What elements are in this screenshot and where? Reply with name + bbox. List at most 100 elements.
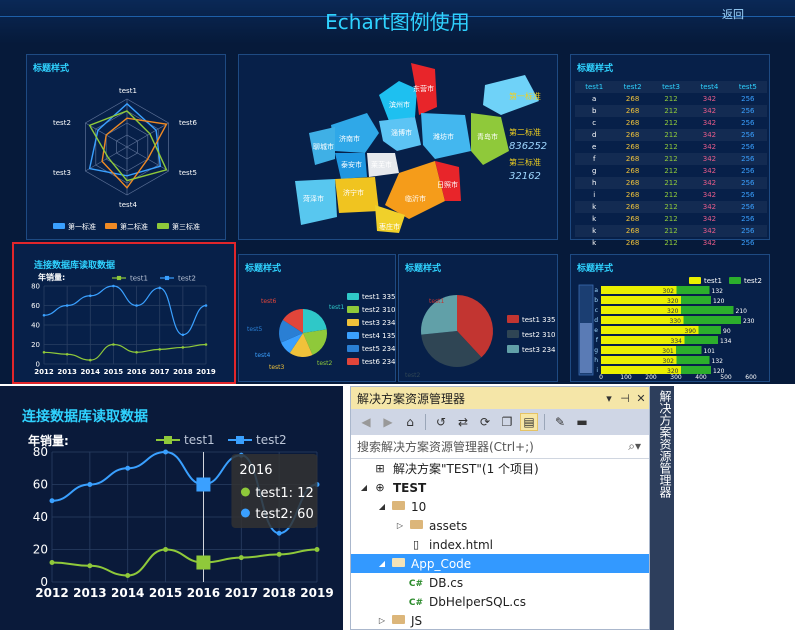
map-city-label: 东营市 bbox=[413, 84, 434, 93]
radar-indicator-label: test4 bbox=[119, 201, 137, 209]
map-city-label: 日照市 bbox=[437, 180, 458, 189]
legend-marker bbox=[164, 436, 172, 444]
table-cell: 212 bbox=[664, 227, 678, 235]
pie1-legend-label: test4 135 bbox=[362, 332, 395, 340]
table-cell: d bbox=[591, 131, 597, 139]
data-point-test1 bbox=[135, 351, 138, 354]
history-icon[interactable]: ↺ bbox=[432, 413, 450, 431]
pie1-legend-swatch bbox=[347, 293, 359, 300]
bar-scroll-thumb[interactable] bbox=[580, 323, 592, 373]
folder-icon bbox=[389, 614, 407, 627]
bar-value-label: 302 bbox=[663, 358, 675, 365]
data-point-test2 bbox=[88, 294, 92, 298]
data-point-test1 bbox=[314, 547, 320, 552]
y-tick-label: 80 bbox=[31, 282, 40, 290]
bar-value-label: 390 bbox=[685, 328, 697, 335]
forward-arrow-icon[interactable]: ▶ bbox=[379, 413, 397, 431]
tooltip-row: test2: 60 bbox=[255, 507, 313, 522]
db-line-panel: 连接数据库读取数据 年销量: 0 20 40 60 80 2012 2013 2014 2015… bbox=[12, 242, 236, 384]
x-tick-label: 2018 bbox=[262, 586, 295, 600]
tree-node[interactable]: ▷ assets bbox=[351, 516, 649, 535]
shandong-map: 济南市 滨州市 东营市 淄博市 潍坊市 青岛市 聊城市 泰安市 莱芜市 济宁市 … bbox=[295, 63, 547, 233]
tree-node[interactable]: ▷ JS bbox=[351, 611, 649, 629]
table-cell: 212 bbox=[664, 155, 678, 163]
table-header-row: test1 test2 test3 test4 test5 bbox=[575, 81, 767, 93]
table-cell: 212 bbox=[664, 215, 678, 223]
x-tick-label: 2013 bbox=[73, 586, 106, 600]
x-tick-label: 2014 bbox=[111, 586, 144, 600]
table-cell: 212 bbox=[664, 179, 678, 187]
map-city-label: 临沂市 bbox=[405, 194, 426, 203]
tree-node-label: JS bbox=[411, 613, 423, 628]
map-value: 836252 bbox=[509, 141, 547, 152]
table-cell: e bbox=[592, 143, 597, 151]
bar-value-label: 210 bbox=[736, 308, 748, 315]
data-point-test1 bbox=[163, 547, 169, 552]
back-link[interactable]: 返回 bbox=[722, 6, 744, 22]
tree-node[interactable]: C# DbHelperSQL.cs bbox=[351, 592, 649, 611]
home-icon[interactable]: ⌂ bbox=[401, 413, 419, 431]
properties-wrench-icon[interactable]: ✎ bbox=[551, 413, 569, 431]
x-tick-label: 2017 bbox=[225, 586, 258, 600]
radar-indicator-label: test1 bbox=[119, 87, 137, 95]
legend-label: test2 bbox=[256, 433, 287, 447]
data-point-test2 bbox=[125, 465, 131, 471]
table-cell: 342 bbox=[702, 143, 717, 151]
data-point-test1 bbox=[65, 352, 69, 356]
pie2-legend-swatch bbox=[507, 315, 519, 323]
preview-icon[interactable]: ▬ bbox=[573, 413, 591, 431]
pie1-legend-swatch bbox=[347, 306, 359, 313]
radar-legend-swatch bbox=[53, 223, 65, 229]
expand-arrow-icon[interactable]: ▷ bbox=[375, 616, 389, 625]
zoomed-line-panel: 连接数据库读取数据 年销量: 0 20 40 60 80 2012 2013 2014 2015… bbox=[0, 386, 343, 630]
tree-node[interactable]: ⊞ 解决方案"TEST"(1 个项目) bbox=[351, 459, 649, 478]
line-chart: 0204060802012 2013 2014 2015 2016 2017 2018 201… bbox=[33, 433, 334, 600]
dropdown-icon[interactable]: ▾ bbox=[601, 392, 617, 405]
map-city-label: 泰安市 bbox=[341, 160, 362, 169]
data-point-test1 bbox=[276, 551, 282, 557]
pin-icon[interactable]: ⊣ bbox=[617, 392, 633, 405]
folder-icon bbox=[389, 557, 407, 570]
table-cell: 212 bbox=[664, 119, 678, 127]
horizontal-bar-chart: test1 test2 a 302 132 b 320 120 c 320 210 d 330 230 e 3… bbox=[578, 277, 762, 381]
x-tick-label: 2014 bbox=[81, 368, 101, 376]
tree-node[interactable]: ◢ 10 bbox=[351, 497, 649, 516]
bar-legend-label: test1 bbox=[704, 277, 722, 285]
tree-node[interactable]: ◢ ⊕ TEST bbox=[351, 478, 649, 497]
bar-category-label: d bbox=[594, 317, 598, 324]
solution-search-box[interactable]: 搜索解决方案资源管理器(Ctrl+;) ⌕▾ bbox=[351, 435, 649, 459]
collapse-all-icon[interactable]: ❐ bbox=[498, 413, 516, 431]
close-icon[interactable]: ✕ bbox=[633, 392, 649, 405]
expand-arrow-icon[interactable]: ▷ bbox=[393, 521, 407, 530]
table-cell: k bbox=[592, 215, 597, 223]
table-cell: 342 bbox=[702, 107, 717, 115]
table-cell: 256 bbox=[741, 227, 755, 235]
data-point-test2 bbox=[204, 304, 208, 307]
tree-node-label: 10 bbox=[411, 499, 427, 514]
solution-explorer-side-tab[interactable]: 解决方案资源管理器 bbox=[650, 386, 674, 630]
table-cell: 342 bbox=[702, 95, 717, 103]
x-tick-label: 2013 bbox=[57, 368, 77, 376]
echart-dashboard: Echart图例使用 返回 标题样式 test1 test6 test5 test4 t… bbox=[0, 0, 795, 384]
collapse-arrow-icon[interactable]: ◢ bbox=[375, 502, 389, 511]
collapse-arrow-icon[interactable]: ◢ bbox=[357, 483, 371, 492]
bar-value-label: 101 bbox=[704, 348, 716, 355]
refresh-icon[interactable]: ⟳ bbox=[476, 413, 494, 431]
search-icon[interactable]: ⌕▾ bbox=[628, 439, 649, 454]
sync-icon[interactable]: ⇄ bbox=[454, 413, 472, 431]
collapse-arrow-icon[interactable]: ◢ bbox=[375, 559, 389, 568]
back-arrow-icon[interactable]: ◀ bbox=[357, 413, 375, 431]
table-cell: k bbox=[592, 203, 597, 211]
table-cell: 268 bbox=[625, 155, 640, 163]
table-row: c 268 212 342 256 bbox=[575, 117, 767, 129]
tree-node[interactable]: C# DB.cs bbox=[351, 573, 649, 592]
y-tick-label: 20 bbox=[31, 341, 40, 349]
table-cell: 268 bbox=[625, 131, 640, 139]
tree-node[interactable]: ◢ App_Code bbox=[351, 554, 649, 573]
map-city-label: 滨州市 bbox=[389, 100, 410, 109]
tree-node[interactable]: ▯ index.html bbox=[351, 535, 649, 554]
y-tick-label: 20 bbox=[33, 543, 48, 557]
bar-legend-swatch bbox=[729, 277, 741, 284]
table-cell: 256 bbox=[741, 119, 755, 127]
show-all-files-icon[interactable]: ▤ bbox=[520, 413, 538, 431]
